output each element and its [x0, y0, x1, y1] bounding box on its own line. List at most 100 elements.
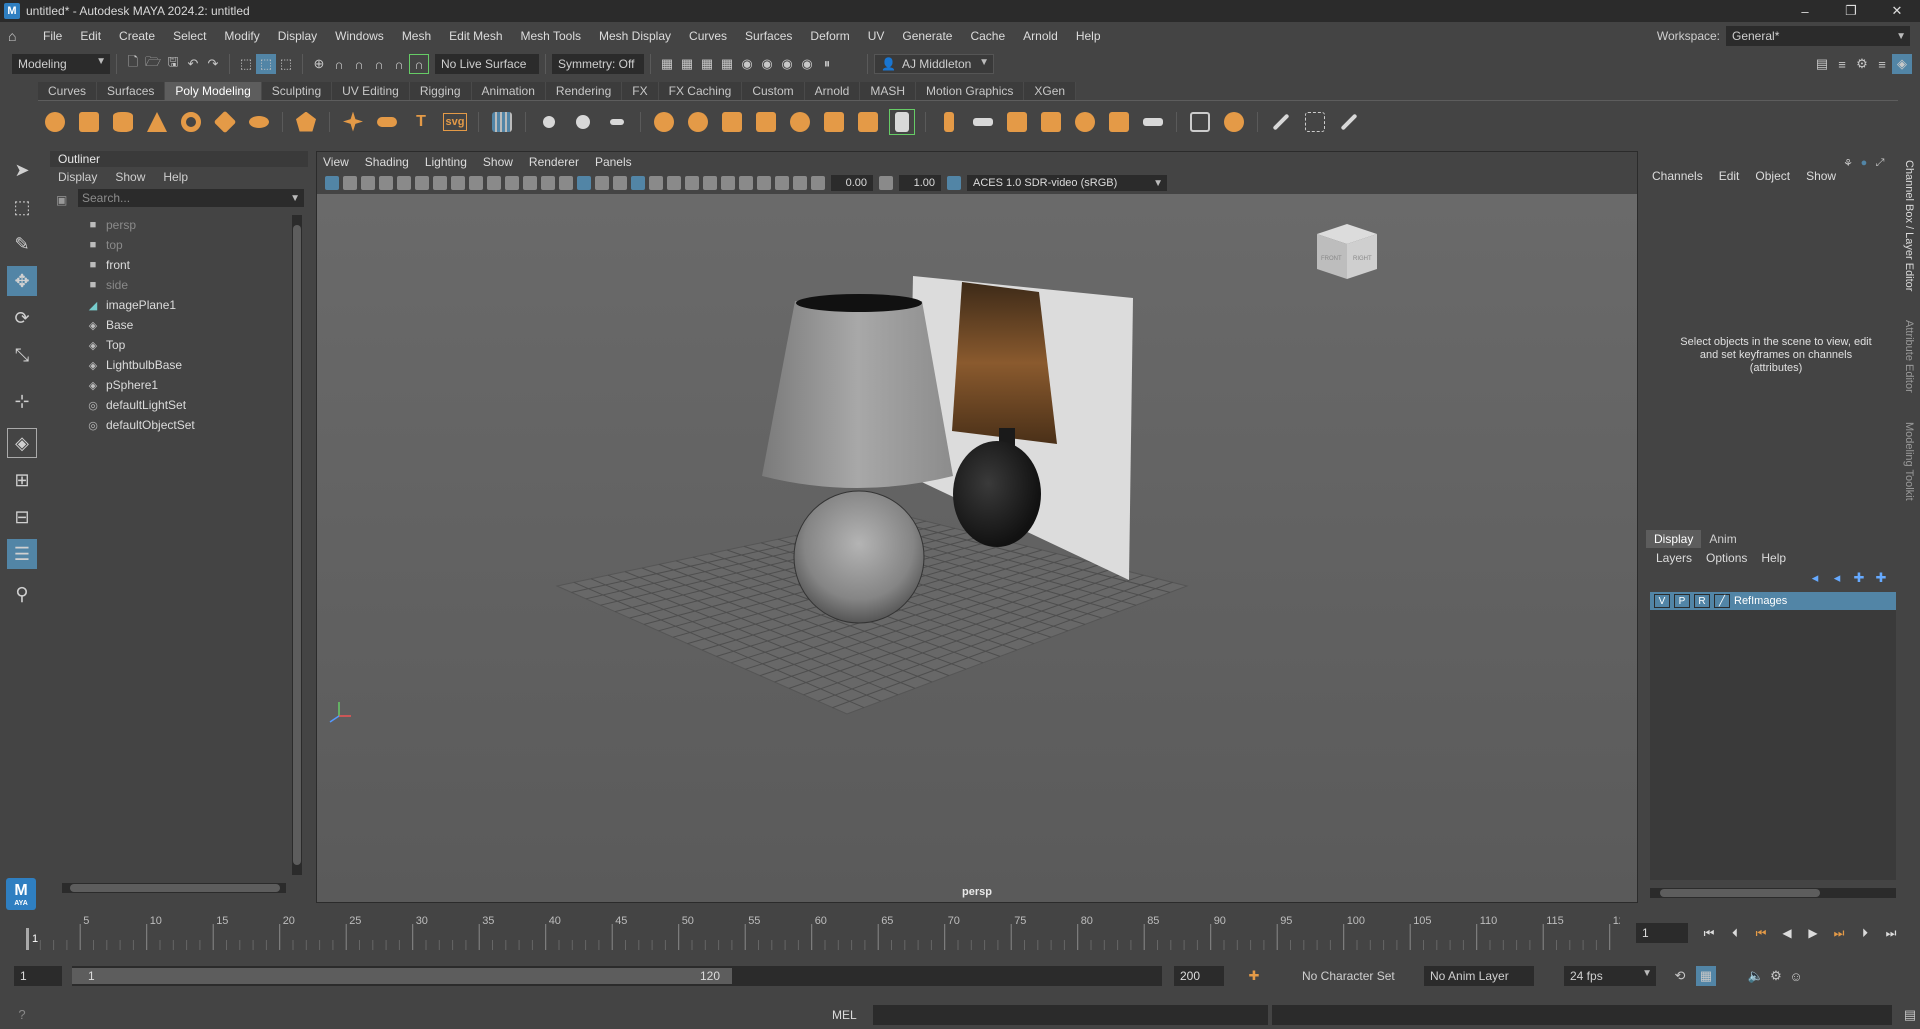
workspace-dropdown[interactable]: General* ▼: [1726, 26, 1910, 46]
auto-key-icon[interactable]: ✚: [1244, 966, 1264, 986]
shelf-tab-fx[interactable]: FX: [622, 82, 659, 100]
live-surface-field[interactable]: No Live Surface: [435, 54, 539, 74]
smooth-shade-icon[interactable]: [577, 176, 591, 190]
extrude-icon[interactable]: [936, 109, 962, 135]
view-cube[interactable]: FRONT RIGHT: [1317, 224, 1377, 279]
scale-tool-icon[interactable]: ⤡: [7, 340, 37, 370]
remesh-icon[interactable]: [821, 109, 847, 135]
channel-menu-object[interactable]: Object: [1755, 169, 1790, 183]
minimize-button[interactable]: –: [1782, 0, 1828, 22]
symmetry-dropdown[interactable]: Symmetry: Off: [552, 54, 644, 74]
snap-live-icon[interactable]: ∩: [409, 54, 429, 74]
layer-playback-toggle[interactable]: P: [1674, 594, 1690, 608]
menu-help[interactable]: Help: [1067, 29, 1110, 43]
menu-deform[interactable]: Deform: [801, 29, 858, 43]
menu-file[interactable]: File: [34, 29, 71, 43]
shelf-tab-uv-editing[interactable]: UV Editing: [332, 82, 410, 100]
snap-grid-icon[interactable]: ⊕: [309, 54, 329, 74]
side-tab-modeling-toolkit[interactable]: Modeling Toolkit: [1903, 422, 1915, 501]
viewport-menu-view[interactable]: View: [323, 155, 349, 169]
snap-projected-icon[interactable]: ∩: [369, 54, 389, 74]
channel-box-icon[interactable]: ≡: [1872, 54, 1892, 74]
two-d-pan-icon[interactable]: [397, 176, 411, 190]
move-layer-down-icon[interactable]: ◂: [1826, 568, 1848, 588]
loop-icon[interactable]: ⟲: [1670, 966, 1690, 986]
menu-mesh[interactable]: Mesh: [393, 29, 440, 43]
select-hierarchy-icon[interactable]: ⬚: [236, 54, 256, 74]
select-objects-icon[interactable]: ⬚: [256, 54, 276, 74]
shelf-tab-poly-modeling[interactable]: Poly Modeling: [165, 82, 262, 100]
channel-menu-show[interactable]: Show: [1806, 169, 1836, 183]
arnold-settings-icon[interactable]: ◉: [797, 54, 817, 74]
command-input[interactable]: [872, 1004, 1269, 1025]
select-tool-icon[interactable]: ➤: [7, 155, 37, 185]
textured-icon[interactable]: [613, 176, 627, 190]
boolean-icon[interactable]: [753, 109, 779, 135]
script-language-label[interactable]: MEL: [832, 1008, 857, 1022]
xray-active-icon[interactable]: [775, 176, 789, 190]
script-editor-icon[interactable]: ▤: [1900, 1005, 1920, 1025]
bevel-icon[interactable]: [1004, 109, 1030, 135]
shelf-tab-surfaces[interactable]: Surfaces: [97, 82, 166, 100]
shelf-tab-fx-caching[interactable]: FX Caching: [658, 82, 743, 100]
reset-transform-icon[interactable]: [604, 109, 630, 135]
shelf-tab-motion-graphics[interactable]: Motion Graphics: [916, 82, 1025, 100]
search-icon[interactable]: ⚲: [7, 579, 37, 609]
camera-attributes-icon[interactable]: [343, 176, 357, 190]
mirror-icon[interactable]: [787, 109, 813, 135]
channel-menu-channels[interactable]: Channels: [1652, 169, 1703, 183]
menu-create[interactable]: Create: [110, 29, 164, 43]
arnold-render-icon[interactable]: ◉: [757, 54, 777, 74]
menu-generate[interactable]: Generate: [893, 29, 961, 43]
select-components-icon[interactable]: ⬚: [276, 54, 296, 74]
viewport-menu-renderer[interactable]: Renderer: [529, 155, 579, 169]
grease-pencil-icon[interactable]: [415, 176, 429, 190]
help-icon[interactable]: ?: [12, 1005, 32, 1025]
go-to-start-icon[interactable]: ⏮: [1699, 926, 1719, 941]
snap-point-icon[interactable]: ∩: [349, 54, 369, 74]
outliner-item-lightbulbbase[interactable]: ◈ LightbulbBase: [50, 355, 294, 375]
outliner-item-front[interactable]: ■ front: [50, 255, 294, 275]
menu-curves[interactable]: Curves: [680, 29, 736, 43]
viewport-menu-show[interactable]: Show: [483, 155, 513, 169]
xray-icon[interactable]: [757, 176, 771, 190]
wireframe-icon[interactable]: [559, 176, 573, 190]
viewport-menu-lighting[interactable]: Lighting: [425, 155, 467, 169]
menu-cache[interactable]: Cache: [961, 29, 1014, 43]
pause-icon[interactable]: ⏸: [817, 54, 837, 74]
attribute-editor-icon[interactable]: ≡: [1832, 54, 1852, 74]
shelf-tab-rigging[interactable]: Rigging: [409, 82, 472, 100]
gamma-icon[interactable]: [879, 176, 893, 190]
play-backwards-icon[interactable]: ◀: [1777, 926, 1797, 940]
anim-prefs-icon[interactable]: ⚙: [1766, 966, 1786, 986]
screen-space-ao-icon[interactable]: [667, 176, 681, 190]
sound-icon[interactable]: 🔈: [1746, 966, 1766, 986]
poly-plane-icon[interactable]: [212, 109, 238, 135]
menu-edit-mesh[interactable]: Edit Mesh: [440, 29, 511, 43]
menu-edit[interactable]: Edit: [71, 29, 110, 43]
menu-select[interactable]: Select: [164, 29, 215, 43]
outliner-menu-show[interactable]: Show: [115, 170, 145, 184]
move-layer-up-icon[interactable]: ◂: [1804, 568, 1826, 588]
shelf-tab-arnold[interactable]: Arnold: [804, 82, 861, 100]
layer-reference-toggle[interactable]: R: [1694, 594, 1710, 608]
bridge-icon[interactable]: [970, 109, 996, 135]
new-layer-icon[interactable]: ✚: [1870, 568, 1892, 588]
time-slider[interactable]: 5 10 15 20 25 30 35 40 45 50 55 60 65 70 75 80 85 90 95 100…: [20, 912, 1620, 950]
insert-edge-loop-icon[interactable]: [1221, 109, 1247, 135]
retopologize-icon[interactable]: [855, 109, 881, 135]
uv-editor-icon[interactable]: [489, 109, 515, 135]
range-bar[interactable]: 1 120: [72, 966, 1162, 986]
rotate-tool-icon[interactable]: ⟳: [7, 303, 37, 333]
layer-visibility-toggle[interactable]: V: [1654, 594, 1670, 608]
bookmark-icon[interactable]: [361, 176, 375, 190]
combine-icon[interactable]: [651, 109, 677, 135]
menuset-dropdown[interactable]: Modeling ▼: [12, 54, 110, 74]
type-tool-icon[interactable]: T: [408, 109, 434, 135]
exposure-field[interactable]: 0.00: [831, 175, 873, 191]
menu-modify[interactable]: Modify: [215, 29, 268, 43]
target-weld-icon[interactable]: [1302, 109, 1328, 135]
layer-menu-layers[interactable]: Layers: [1656, 551, 1692, 565]
quad-draw-icon[interactable]: [1268, 109, 1294, 135]
lasso-tool-icon[interactable]: ⬚: [7, 192, 37, 222]
